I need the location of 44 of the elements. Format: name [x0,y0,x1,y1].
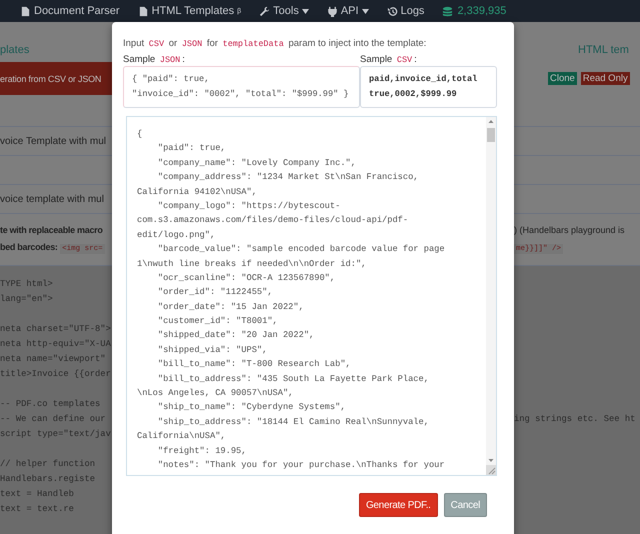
code-line: neta charset="UTF-8"> [0,324,111,334]
name-field-value: voice Template with mul [0,136,106,146]
coins-icon [442,6,454,16]
playground-text: ) (Handelbars playground is [514,224,626,237]
code-line: -- PDF.co templates [0,399,100,409]
history-icon [386,6,398,16]
scroll-thumb[interactable] [487,128,495,142]
nav-link[interactable]: Logs [386,5,424,17]
read-only-badge: Read Only [580,72,630,85]
generate-button[interactable]: eration from CSV or JSON [0,62,112,95]
nav-link[interactable]: HTML Templates$^{β}$ [138,5,242,17]
barcodes-label: bed barcodes: [0,242,58,252]
nav-link[interactable]: Tools [259,5,309,17]
code-line: title>Invoice {{order [0,369,111,379]
code-line: ing strings etc. See ht [514,414,636,424]
instructions-text: Input CSV or JSON for templateData param to inject into the template: [123,37,428,51]
sample-json-box: { "paid": true, "invoice_id": "0002", "total": "$999.99" } [123,66,360,108]
scrollbar[interactable] [486,117,496,475]
code-line: -- We can define our [0,414,106,424]
code-line: lang="en"> [0,294,53,304]
code-line: // helper function [0,459,96,469]
document-icon [20,6,31,16]
plug-icon [326,6,338,16]
code-line: neta name="viewport" [0,354,106,364]
resize-grip-icon[interactable] [486,465,496,475]
code-line: text = text.re [0,504,74,514]
code-line: Handlebars.registe [0,474,96,484]
code-line: TYPE html> [0,279,53,289]
data-textarea[interactable]: { "paid": true, "company_name": "Lovely Company Inc.", "company_address": "1234 Market St\nSan Francisco, California 94102\nUSA", "company_logo": "https://bytescout- com.s3.amazonaws.com/files/demo-files/cloud-api/pdf- edit/logo.png", "barcode_value": "sample encoded barcode value for page 1\nwuth line breaks if needed\n\nOrder id:", "ocr_scanline": "OCR-A 123567890", "order_id": "1122455", "order_date": "15 Jan 2022", "customer_id": "T8001", "shipped_date": "20 Jan 2022", "shipped_via": "UPS", "bill_to_name": "T-800 Research Lab", "bill_to_address": "435 South La Fayette Park Place, \nLos Angeles, CA 90057\nUSA", "ship_to_name": "Cyberdyne Systems", "ship_to_address": "18144 El Camino Real\nSunnyvale, California\nUSA", "freight": 19.95, "notes": "Thank you for your purchase.\nThanks for your [126,116,497,476]
sample-label: Sample CSV : [360,54,418,66]
code-line: text = Handleb [0,489,74,499]
nav-link[interactable]: API [326,5,369,17]
sample-label: Sample JSON : [123,54,186,66]
description-field-value: voice template with mul [0,194,104,204]
code-line: neta http-equiv="X-UA [0,339,111,349]
macros-text: te with replaceable macro [0,224,104,237]
credits-count: 2,339,935 [457,5,506,17]
nav-link[interactable]: Document Parser [20,5,120,17]
clone-button[interactable]: Clone [548,72,577,85]
code-line: script type="text/jav [0,429,111,439]
wrench-icon [259,6,270,16]
generate-pdf-button[interactable]: Generate PDF.. [358,493,438,517]
sample-csv-box: paid,invoice_id,total true,0002,$999.99 [360,66,497,108]
document-icon [138,6,149,16]
